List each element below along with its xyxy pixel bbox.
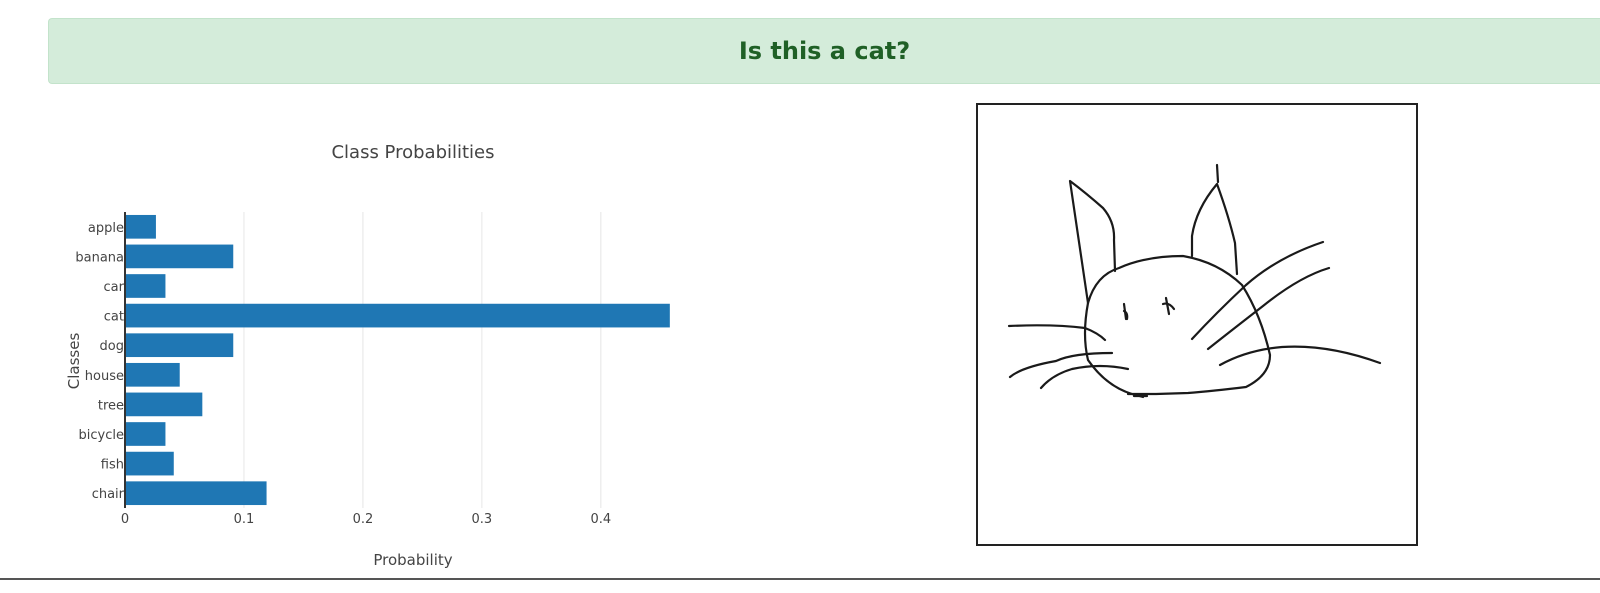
y-tick-label-apple: apple: [88, 221, 124, 236]
y-tick-label-fish: fish: [101, 458, 124, 473]
bar-tree[interactable]: [125, 392, 203, 417]
chart-gridlines: [243, 212, 602, 508]
bar-cat[interactable]: [125, 303, 670, 328]
x-tick-label: 0: [121, 512, 129, 527]
y-tick-label-tree: tree: [98, 398, 124, 413]
chart-bars: [125, 214, 670, 506]
y-tick-label-dog: dog: [100, 339, 124, 354]
bar-car[interactable]: [125, 274, 166, 298]
prediction-text: Is this a cat?: [738, 37, 911, 65]
page: Is this a cat? Class Probabilities apple…: [0, 0, 1600, 593]
x-tick-label: 0.1: [234, 512, 255, 527]
x-tick-label: 0.4: [590, 512, 611, 527]
cat-sketch-icon: [1007, 163, 1382, 399]
y-tick-label-cat: cat: [104, 310, 124, 325]
x-axis-label: Probability: [373, 551, 452, 569]
bottom-divider: [0, 578, 1600, 580]
y-axis-label: Classes: [65, 333, 83, 390]
y-tick-label-car: car: [104, 280, 125, 295]
y-tick-label-bicycle: bicycle: [79, 428, 124, 443]
chart-title: Class Probabilities: [331, 142, 494, 163]
bar-apple[interactable]: [125, 214, 156, 239]
bar-banana[interactable]: [125, 244, 234, 269]
y-tick-label-banana: banana: [75, 250, 124, 265]
bar-bicycle[interactable]: [125, 422, 166, 446]
x-tick-label: 0.2: [353, 512, 374, 527]
bar-fish[interactable]: [125, 451, 174, 476]
bar-chair[interactable]: [125, 481, 267, 506]
y-tick-label-chair: chair: [92, 487, 125, 502]
x-tick-label: 0.3: [472, 512, 493, 527]
class-probabilities-chart: Class Probabilities apple banana car cat dog…: [65, 142, 670, 569]
drawing-canvas[interactable]: [976, 103, 1418, 546]
x-tick-labels: 0 0.1 0.2 0.3 0.4: [121, 512, 611, 527]
bar-dog[interactable]: [125, 333, 234, 358]
y-tick-label-house: house: [85, 369, 124, 384]
bar-house[interactable]: [125, 362, 180, 387]
